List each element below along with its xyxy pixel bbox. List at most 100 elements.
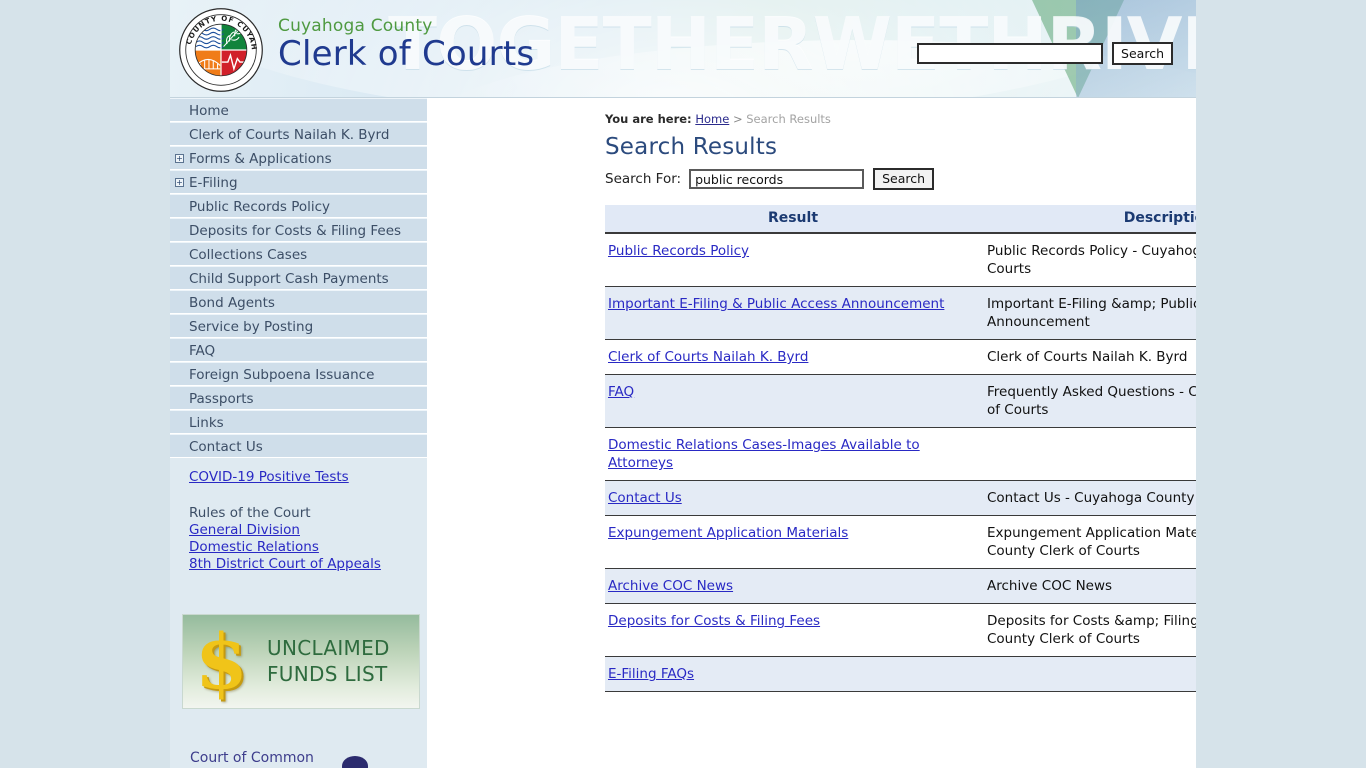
sidebar-navigation: Home Clerk of Courts Nailah K. Byrd + Fo… <box>170 98 427 768</box>
result-link[interactable]: Contact Us <box>608 490 682 506</box>
page-container: TOGETHERWETHRIVE COUNTY OF CUYAHOGA OHIO <box>170 0 1196 768</box>
unclaimed-banner-text: UNCLAIMED FUNDS LIST <box>267 635 390 687</box>
sidebar-item-links[interactable]: Links <box>170 410 427 434</box>
sidebar-item-label: Foreign Subpoena Issuance <box>189 367 375 383</box>
page-title: Search Results <box>605 134 778 160</box>
bottom-badge-label: Court of Common <box>190 750 314 766</box>
breadcrumb-link-home[interactable]: Home <box>695 112 729 126</box>
sidebar-link-covid-19-positive-tests[interactable]: COVID-19 Positive Tests <box>170 468 427 487</box>
sidebar-item-faq[interactable]: FAQ <box>170 338 427 362</box>
court-of-common-pleas-badge[interactable]: Court of Common <box>182 748 420 768</box>
search-for-button[interactable]: Search <box>873 168 935 190</box>
sidebar-link-8th-district-court-of-appeals[interactable]: 8th District Court of Appeals <box>170 556 427 573</box>
result-link[interactable]: Important E-Filing & Public Access Annou… <box>608 296 944 312</box>
sidebar-item-label: Bond Agents <box>189 295 275 311</box>
result-link[interactable]: Deposits for Costs & Filing Fees <box>608 613 820 629</box>
result-cell: Clerk of Courts Nailah K. Byrd <box>605 339 981 375</box>
description-cell: Deposits for Costs &amp; Filing Fees - C… <box>981 603 1196 657</box>
header-search-input[interactable] <box>916 43 1103 64</box>
table-row: Domestic Relations Cases-Images Availabl… <box>605 427 1196 481</box>
result-cell: Archive COC News <box>605 568 981 604</box>
sidebar-item-label: Forms & Applications <box>189 151 332 167</box>
breadcrumb: You are here: Home > Search Results <box>605 112 1184 126</box>
sidebar-item-bond-agents[interactable]: Bond Agents <box>170 290 427 314</box>
column-header-description: Description <box>981 205 1196 234</box>
sidebar-item-clerk-of-courts-nailah-k-byrd[interactable]: Clerk of Courts Nailah K. Byrd <box>170 122 427 146</box>
description-cell: Expungement Application Materials - Cuya… <box>981 515 1196 569</box>
search-for-form: Search For: Search <box>605 168 1184 190</box>
dollar-sign-icon: $ <box>195 617 248 706</box>
sidebar-item-home[interactable]: Home <box>170 98 427 122</box>
sidebar-item-child-support-cash-payments[interactable]: Child Support Cash Payments <box>170 266 427 290</box>
result-link[interactable]: Archive COC News <box>608 578 733 594</box>
result-cell: Important E-Filing & Public Access Annou… <box>605 286 981 340</box>
search-for-input[interactable] <box>689 169 865 189</box>
sidebar-item-label: Home <box>189 103 229 119</box>
main-content: You are here: Home > Search Results Sear… <box>427 98 1196 768</box>
sidebar-item-collections-cases[interactable]: Collections Cases <box>170 242 427 266</box>
result-cell: Contact Us <box>605 480 981 516</box>
table-row: Deposits for Costs & Filing Fees Deposits… <box>605 603 1196 657</box>
result-cell: Expungement Application Materials <box>605 515 981 569</box>
unclaimed-banner-line2: FUNDS LIST <box>267 662 388 686</box>
result-link[interactable]: Public Records Policy <box>608 243 749 259</box>
table-row: Public Records Policy Public Records Poli… <box>605 233 1196 287</box>
sidebar-item-label: Service by Posting <box>189 319 314 335</box>
table-row: FAQ Frequently Asked Questions - Cuyahoga… <box>605 374 1196 428</box>
sidebar-item-public-records-policy[interactable]: Public Records Policy <box>170 194 427 218</box>
sidebar-item-label: Deposits for Costs & Filing Fees <box>189 223 402 239</box>
breadcrumb-separator: > <box>732 112 743 126</box>
result-link[interactable]: Clerk of Courts Nailah K. Byrd <box>608 349 808 365</box>
sidebar-divider <box>170 458 427 468</box>
table-row: E-Filing FAQs <box>605 656 1196 692</box>
unclaimed-funds-list-banner[interactable]: $ UNCLAIMED FUNDS LIST <box>182 614 420 709</box>
result-link[interactable]: Domestic Relations Cases-Images Availabl… <box>608 437 920 471</box>
search-for-label: Search For: <box>605 171 682 187</box>
body-wrapper: Home Clerk of Courts Nailah K. Byrd + Fo… <box>170 98 1196 768</box>
sidebar-item-label: Child Support Cash Payments <box>189 271 389 287</box>
sidebar-item-label: FAQ <box>189 343 216 359</box>
result-link[interactable]: E-Filing FAQs <box>608 666 694 682</box>
sidebar-item-label: Collections Cases <box>189 247 308 263</box>
sidebar-link-general-division[interactable]: General Division <box>170 522 427 539</box>
search-results-body: Public Records Policy Public Records Poli… <box>605 233 1196 692</box>
sidebar-item-foreign-subpoena-issuance[interactable]: Foreign Subpoena Issuance <box>170 362 427 386</box>
sidebar-item-forms-and-applications[interactable]: + Forms & Applications <box>170 146 427 170</box>
result-cell: FAQ <box>605 374 981 428</box>
sidebar-item-service-by-posting[interactable]: Service by Posting <box>170 314 427 338</box>
sidebar-item-deposits-for-costs-and-filing-fees[interactable]: Deposits for Costs & Filing Fees <box>170 218 427 242</box>
table-row: Expungement Application Materials Expunge… <box>605 515 1196 569</box>
result-cell: E-Filing FAQs <box>605 656 981 692</box>
expand-plus-icon[interactable]: + <box>175 154 184 163</box>
sidebar-item-contact-us[interactable]: Contact Us <box>170 434 427 458</box>
header-search-form: Search <box>916 42 1173 65</box>
description-cell: Contact Us - Cuyahoga County Clerk of Co… <box>981 480 1196 516</box>
cuyahoga-county-seal-icon: COUNTY OF CUYAHOGA OHIO <box>178 7 263 92</box>
table-header-row: Result Description <box>605 205 1196 234</box>
scales-icon <box>342 756 368 768</box>
brand-line-county: Cuyahoga County <box>278 16 433 36</box>
sidebar-rules-of-the-court-block: Rules of the Court General Division Dome… <box>170 505 427 573</box>
sidebar-item-label: Links <box>189 415 224 431</box>
description-cell: Clerk of Courts Nailah K. Byrd <box>981 339 1196 375</box>
result-cell: Deposits for Costs & Filing Fees <box>605 603 981 657</box>
sidebar-item-passports[interactable]: Passports <box>170 386 427 410</box>
result-link[interactable]: FAQ <box>608 384 634 400</box>
description-cell: Archive COC News <box>981 568 1196 604</box>
result-cell: Domestic Relations Cases-Images Availabl… <box>605 427 981 481</box>
sidebar-item-e-filing[interactable]: + E-Filing <box>170 170 427 194</box>
sidebar-item-label: Public Records Policy <box>189 199 331 215</box>
breadcrumb-current: Search Results <box>746 112 831 126</box>
table-row: Contact Us Contact Us - Cuyahoga County C… <box>605 480 1196 516</box>
expand-plus-icon[interactable]: + <box>175 178 184 187</box>
description-cell: Important E-Filing &amp; Public Access A… <box>981 286 1196 340</box>
sidebar-link-domestic-relations[interactable]: Domestic Relations <box>170 539 427 556</box>
table-row: Clerk of Courts Nailah K. Byrd Clerk of C… <box>605 339 1196 375</box>
column-header-result: Result <box>605 205 981 234</box>
result-link[interactable]: Expungement Application Materials <box>608 525 848 541</box>
sidebar-item-label: Contact Us <box>189 439 263 455</box>
result-cell: Public Records Policy <box>605 233 981 287</box>
header-search-button[interactable]: Search <box>1112 42 1173 65</box>
site-header: TOGETHERWETHRIVE COUNTY OF CUYAHOGA OHIO <box>170 0 1196 98</box>
breadcrumb-label: You are here: <box>605 112 692 126</box>
